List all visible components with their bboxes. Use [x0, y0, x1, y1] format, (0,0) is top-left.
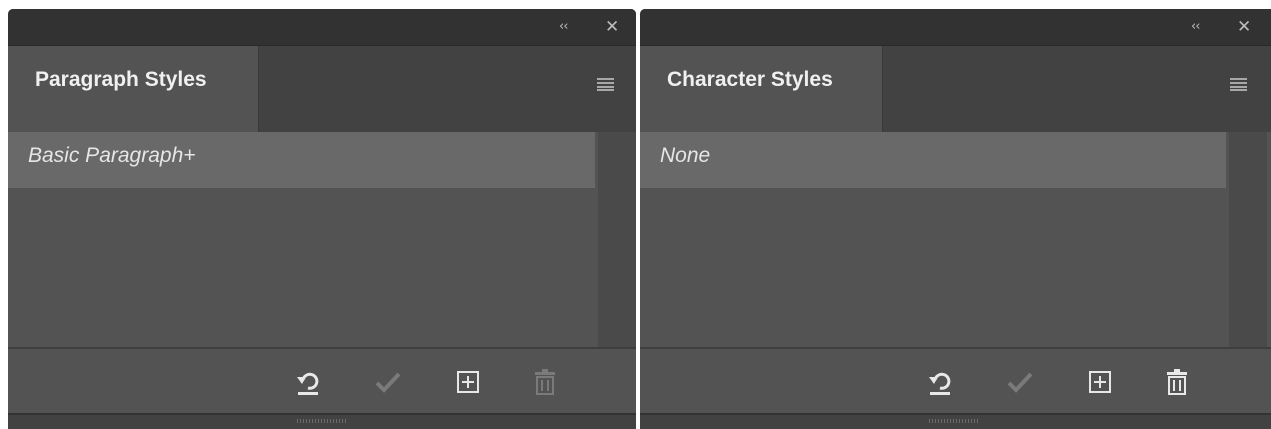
new-style-icon[interactable]	[1084, 366, 1116, 398]
checkmark-icon	[375, 372, 401, 393]
clear-overrides-icon[interactable]	[292, 366, 324, 398]
resize-strip[interactable]	[8, 413, 636, 429]
trash-icon[interactable]	[1161, 366, 1193, 398]
style-list: Basic Paragraph+	[8, 132, 636, 347]
panel-menu-icon[interactable]	[597, 78, 614, 91]
close-icon[interactable]: ✕	[605, 17, 619, 37]
new-style-icon[interactable]	[452, 366, 484, 398]
panel-footer	[8, 347, 636, 413]
tab-character-styles[interactable]: Character Styles	[640, 46, 883, 132]
resize-grip-icon[interactable]	[297, 419, 347, 423]
panel-menu-icon[interactable]	[1230, 78, 1247, 91]
panel-footer	[640, 347, 1271, 413]
resize-grip-icon[interactable]	[929, 419, 979, 423]
panel-tabbar: Character Styles	[640, 45, 1271, 132]
panel-tabbar: Paragraph Styles	[8, 45, 636, 132]
close-icon[interactable]: ✕	[1237, 17, 1251, 37]
trash-icon	[535, 369, 555, 395]
panel-titlebar[interactable]: ‹‹ ✕	[640, 9, 1271, 45]
checkmark-icon	[1007, 372, 1033, 393]
panels-stage: ‹‹ ✕ Paragraph Styles Basic Paragraph+ ‹…	[0, 0, 1271, 429]
clear-overrides-icon[interactable]	[924, 366, 956, 398]
scrollbar[interactable]	[598, 132, 636, 347]
list-item[interactable]: None	[640, 132, 1226, 188]
resize-strip[interactable]	[640, 413, 1271, 429]
style-list: None	[640, 132, 1271, 347]
scrollbar[interactable]	[1229, 132, 1267, 347]
collapse-icon[interactable]: ‹‹	[1191, 17, 1200, 37]
collapse-icon[interactable]: ‹‹	[559, 17, 568, 37]
paragraph-styles-panel: ‹‹ ✕ Paragraph Styles Basic Paragraph+	[8, 9, 636, 429]
tab-paragraph-styles[interactable]: Paragraph Styles	[8, 46, 259, 132]
list-item[interactable]: Basic Paragraph+	[8, 132, 595, 188]
character-styles-panel: ‹‹ ✕ Character Styles None	[640, 9, 1271, 429]
panel-titlebar[interactable]: ‹‹ ✕	[8, 9, 636, 45]
